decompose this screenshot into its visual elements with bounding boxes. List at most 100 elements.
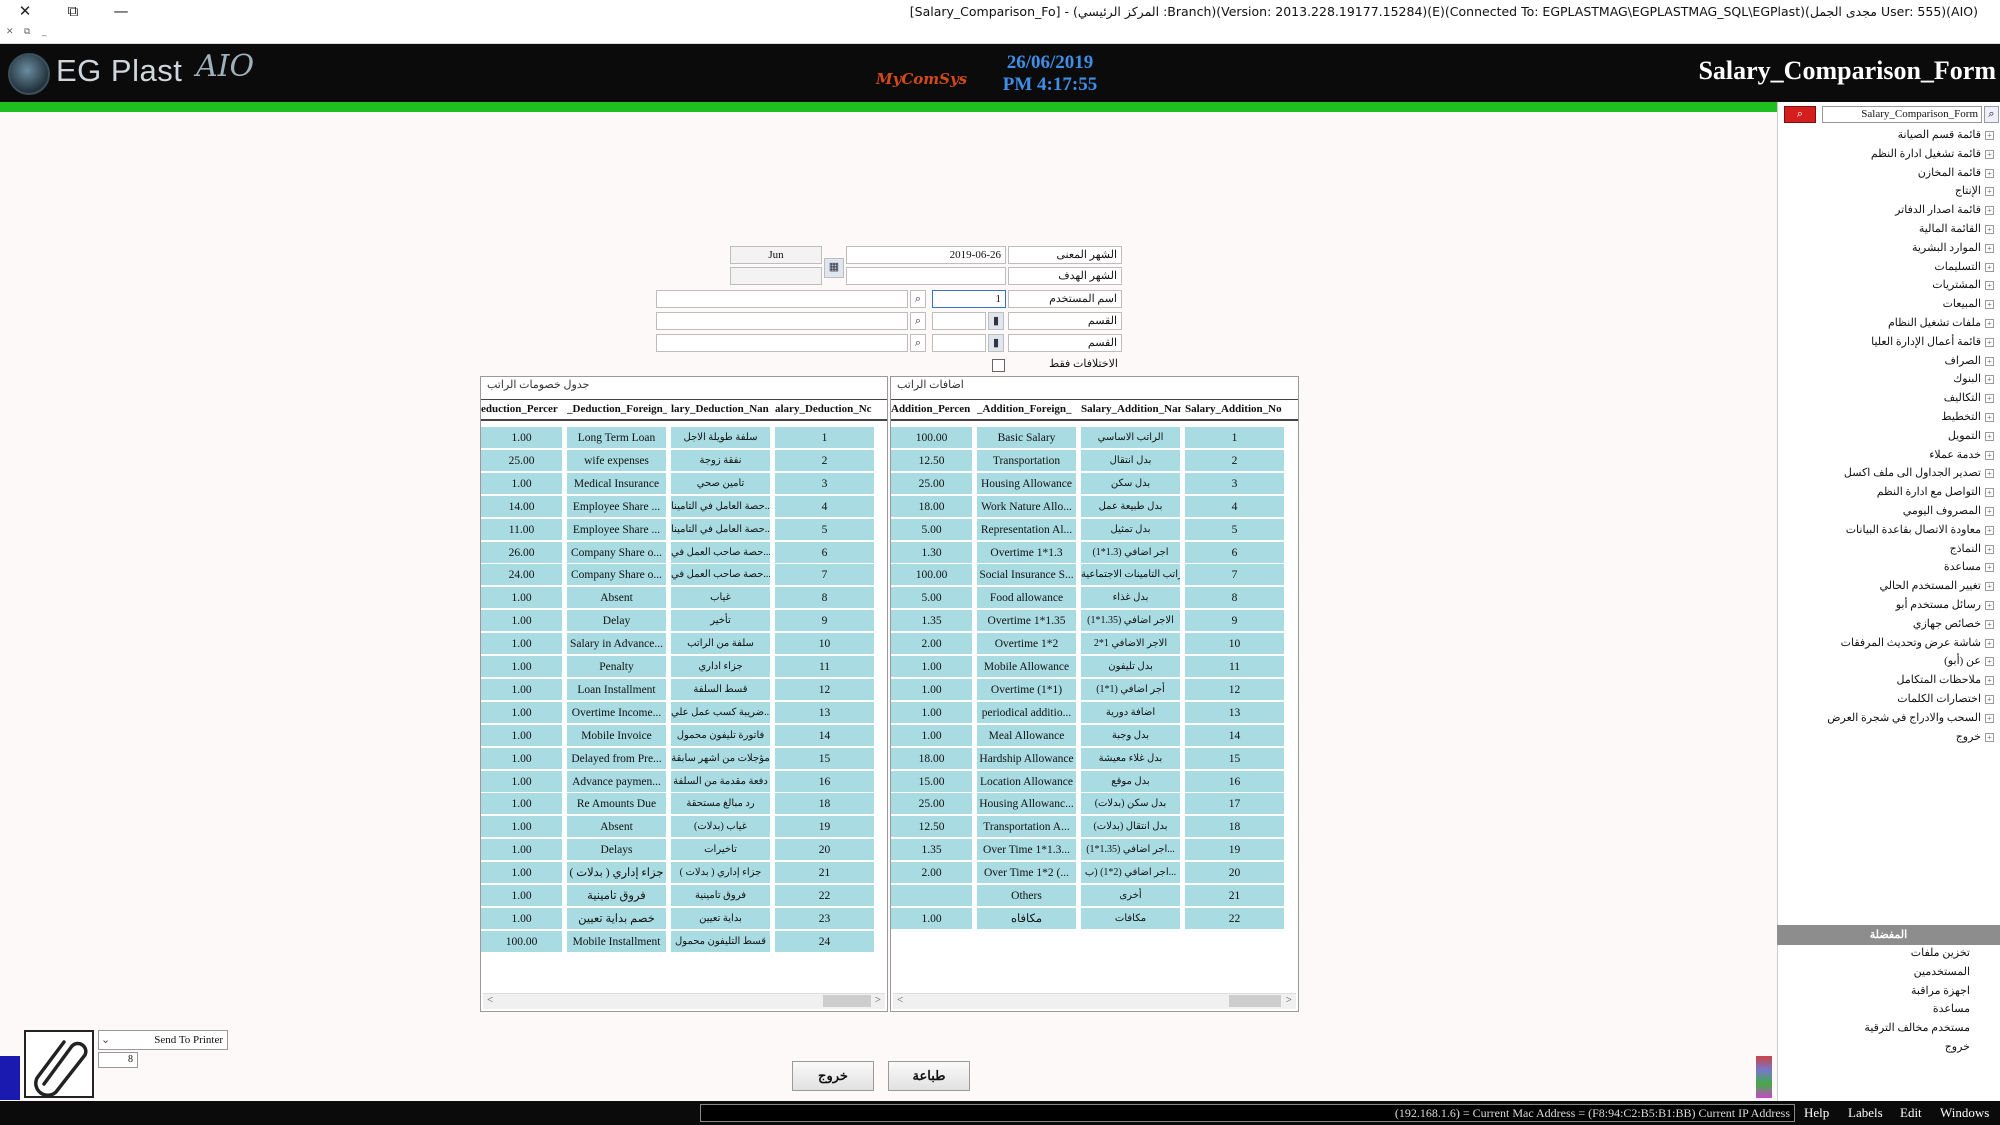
expand-icon[interactable]: + [1985, 318, 1994, 328]
menu-tree-item[interactable]: ملفات تشغيل النظام + [1888, 316, 1994, 329]
expand-icon[interactable]: + [1985, 488, 1994, 498]
additions-cell[interactable]: 18 [1185, 816, 1285, 839]
additions-cell[interactable]: الراتب الاساسي [1081, 427, 1181, 449]
additions-cell[interactable]: 19 [1185, 839, 1285, 862]
additions-cell[interactable]: 5.00 [891, 518, 973, 541]
additions-cell[interactable]: 20 [1185, 862, 1285, 885]
menu-tree-item[interactable]: عن (أبو) + [1944, 654, 1994, 667]
additions-cell[interactable]: بدل انتقال [1081, 449, 1181, 472]
menu-tree-item[interactable]: تغيير المستخدم الحالي + [1879, 579, 1994, 592]
deductions-row[interactable]: 1.00 Absent غياب 8 [481, 587, 887, 610]
dept2-search-icon[interactable]: ⌕ [910, 334, 926, 352]
deductions-cell[interactable]: 22 [775, 885, 875, 907]
deductions-cell[interactable]: Loan Installment [567, 678, 667, 701]
deductions-cell[interactable]: Re Amounts Due [567, 793, 667, 816]
deductions-row[interactable]: 1.00 Mobile Invoice فاتورة تليفون محمول 14 [481, 724, 887, 748]
taskbar-tab[interactable] [0, 1056, 20, 1100]
deductions-cell[interactable]: 3 [775, 472, 875, 495]
deductions-cell[interactable]: دفعة مقدمة من السلفة [671, 770, 771, 793]
expand-icon[interactable]: + [1985, 469, 1994, 479]
deductions-cell[interactable]: فروق تامينية [567, 885, 667, 907]
menu-tree-item[interactable]: التمويل + [1948, 429, 1994, 442]
additions-row[interactable]: 1.00 periodical additio... اضافة دورية 13 [891, 701, 1298, 725]
additions-cell[interactable]: Food allowance [977, 587, 1077, 610]
deductions-cell[interactable]: 1 [775, 427, 875, 449]
additions-row[interactable]: 1.35 Over Time 1*1.3... اجر اضافي (1.35*1)… [891, 839, 1298, 862]
menu-tree-item[interactable]: القائمة المالية + [1919, 222, 1994, 235]
deductions-cell[interactable]: 14.00 [481, 495, 563, 518]
menu-tree-item[interactable]: المشتريات + [1932, 278, 1994, 291]
deductions-cell[interactable]: جزاء اداري [671, 656, 771, 678]
menu-tree-item[interactable]: الموارد البشرية + [1912, 241, 1994, 254]
deductions-cell[interactable]: مؤجلات من اشهر سابقة [671, 747, 771, 770]
exit-button[interactable]: خروج [792, 1061, 874, 1091]
expand-icon[interactable]: + [1985, 638, 1994, 648]
deductions-cell[interactable]: قسط السلفة [671, 678, 771, 701]
deductions-row[interactable]: 1.00 Advance paymen... دفعة مقدمة من السلف… [481, 770, 887, 794]
expand-icon[interactable]: + [1985, 563, 1994, 573]
deductions-cell[interactable]: 21 [775, 862, 875, 885]
additions-cell[interactable]: 15.00 [891, 770, 973, 793]
menu-labels[interactable]: Labels [1848, 1105, 1883, 1121]
user-search-icon[interactable]: ⌕ [910, 290, 926, 308]
deductions-row[interactable]: 1.00 Absent غياب (بدلات) 19 [481, 816, 887, 839]
mdi-close-icon[interactable]: ✕ [6, 27, 14, 37]
deductions-cell[interactable]: Company Share o... [567, 541, 667, 564]
expand-icon[interactable]: + [1985, 713, 1994, 723]
dept2-code-input[interactable] [932, 334, 986, 352]
menu-tree-item[interactable]: قائمة قسم الصيانة + [1898, 128, 1994, 141]
additions-cell[interactable]: Housing Allowanc... [977, 793, 1077, 816]
user-code-input[interactable]: 1 [932, 290, 1006, 308]
menu-tree-item[interactable]: تصدير الجداول الى ملف اكسل + [1844, 466, 1994, 479]
deductions-cell[interactable]: جزاء إداري ( بدلات ) [567, 862, 667, 885]
additions-cell[interactable]: 12 [1185, 678, 1285, 701]
deductions-cell[interactable]: نفقة زوجة [671, 449, 771, 472]
additions-cell[interactable]: Overtime 1*1.3 [977, 541, 1077, 564]
menu-tree-item[interactable]: الصراف + [1945, 354, 1994, 367]
additions-header-foreign[interactable]: _Addition_Foreign_ [977, 403, 1077, 415]
additions-cell[interactable]: 18.00 [891, 747, 973, 770]
deductions-cell[interactable]: Mobile Installment [567, 930, 667, 953]
deductions-cell[interactable]: 8 [775, 587, 875, 610]
additions-row[interactable]: 2.00 Over Time 1*2 (... اجر اضافي (2*1) (ب… [891, 862, 1298, 885]
mdi-restore-icon[interactable]: ⧉ [24, 27, 30, 37]
additions-cell[interactable]: 1 [1185, 427, 1285, 449]
expand-icon[interactable]: + [1985, 262, 1994, 272]
deductions-row[interactable]: 1.00 Long Term Loan سلفة طويلة الاجل 1 [481, 427, 887, 450]
deductions-cell[interactable]: 1.00 [481, 427, 563, 449]
additions-cell[interactable]: 5.00 [891, 587, 973, 610]
deductions-cell[interactable]: 19 [775, 816, 875, 839]
attachments-button[interactable] [24, 1030, 94, 1098]
additions-cell[interactable]: 1.00 [891, 701, 973, 724]
additions-cell[interactable]: 1.30 [891, 541, 973, 564]
deductions-cell[interactable]: 20 [775, 839, 875, 862]
deductions-cell[interactable]: قسط التليفون محمول [671, 930, 771, 953]
additions-cell[interactable]: 6 [1185, 541, 1285, 564]
dept1-list-icon[interactable]: ▮ [988, 312, 1004, 330]
target-date-field[interactable] [846, 267, 1006, 285]
deductions-row[interactable]: 1.00 جزاء إداري ( بدلات ) جزاء إداري ( بدل… [481, 862, 887, 885]
additions-cell[interactable]: بدل انتقال (بدلات) [1081, 816, 1181, 839]
deductions-cell[interactable]: بداية تعيين [671, 907, 771, 930]
additions-row[interactable]: 100.00 Basic Salary الراتب الاساسي 1 [891, 427, 1298, 450]
deductions-cell[interactable]: 1.00 [481, 610, 563, 633]
deductions-cell[interactable]: 10 [775, 633, 875, 656]
deductions-cell[interactable]: 1.00 [481, 793, 563, 816]
additions-cell[interactable]: 25.00 [891, 793, 973, 816]
expand-icon[interactable]: + [1985, 694, 1994, 704]
additions-cell[interactable]: 25.00 [891, 472, 973, 495]
expand-icon[interactable]: + [1985, 356, 1994, 366]
close-window-button[interactable]: ✕ [10, 2, 40, 22]
menu-tree-item[interactable]: التكاليف + [1944, 391, 1994, 404]
expand-icon[interactable]: + [1985, 600, 1994, 610]
additions-cell[interactable]: Others [977, 885, 1077, 907]
copies-stepper[interactable]: 8 [98, 1052, 138, 1068]
additions-row[interactable]: 1.00 Mobile Allowance بدل تليفون 11 [891, 656, 1298, 679]
deductions-cell[interactable]: 1.00 [481, 587, 563, 610]
menu-tree-item[interactable]: ملاحظات المتكامل + [1897, 673, 1994, 686]
additions-cell[interactable]: 5 [1185, 518, 1285, 541]
favorite-item[interactable]: مستخدم مخالف الترقية [1864, 1021, 1970, 1034]
additions-cell[interactable]: 1.00 [891, 678, 973, 701]
menu-tree-item[interactable]: قائمة المخازن + [1918, 166, 1994, 179]
deductions-row[interactable]: 1.00 فروق تامينية فروق تامينية 22 [481, 885, 887, 908]
